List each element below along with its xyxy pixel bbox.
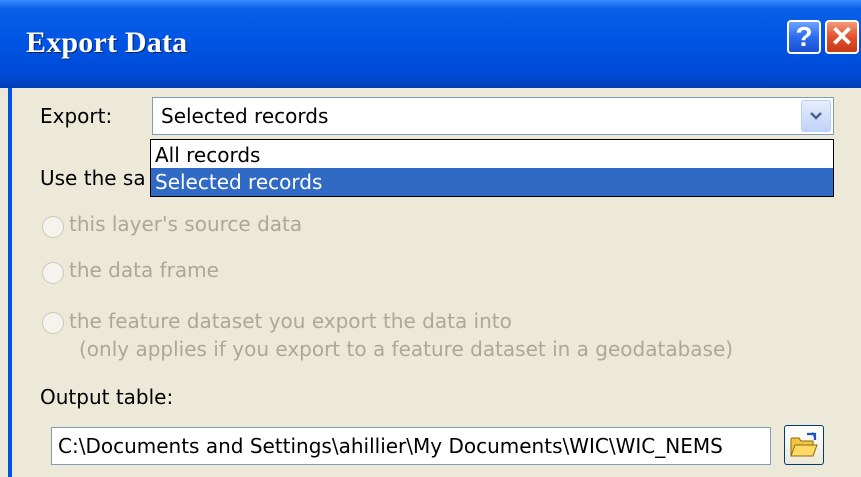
radio-feature-dataset-note: (only applies if you export to a feature… (79, 337, 734, 361)
coordinate-system-label: Use the sa (40, 166, 146, 190)
title-bar[interactable]: Export Data ? ✕ (0, 0, 861, 88)
radio-feature-dataset-label: the feature dataset you export the data … (69, 309, 512, 333)
export-selected-value: Selected records (161, 104, 329, 128)
window-title: Export Data (26, 26, 188, 59)
export-label: Export: (40, 104, 113, 128)
browse-button[interactable] (784, 425, 824, 465)
close-button[interactable]: ✕ (825, 20, 859, 54)
radio-source-data[interactable] (42, 216, 64, 238)
radio-feature-dataset[interactable] (42, 312, 64, 334)
radio-data-frame-label: the data frame (69, 258, 219, 282)
output-table-label: Output table: (40, 385, 174, 409)
dropdown-arrow-button[interactable] (801, 100, 831, 132)
output-table-input[interactable]: C:\Documents and Settings\ahillier\My Do… (51, 427, 771, 465)
radio-data-frame[interactable] (42, 262, 64, 284)
radio-source-data-label: this layer's source data (69, 212, 303, 236)
export-dropdown-list[interactable]: All records Selected records (150, 139, 834, 197)
help-icon: ? (795, 21, 813, 52)
chevron-down-icon (810, 112, 822, 120)
export-select[interactable]: Selected records (152, 97, 834, 135)
dropdown-option-selected-records[interactable]: Selected records (151, 168, 833, 196)
help-button[interactable]: ? (787, 20, 821, 54)
open-folder-icon (790, 432, 818, 457)
close-icon: ✕ (830, 21, 854, 52)
dropdown-option-all-records[interactable]: All records (151, 141, 833, 169)
